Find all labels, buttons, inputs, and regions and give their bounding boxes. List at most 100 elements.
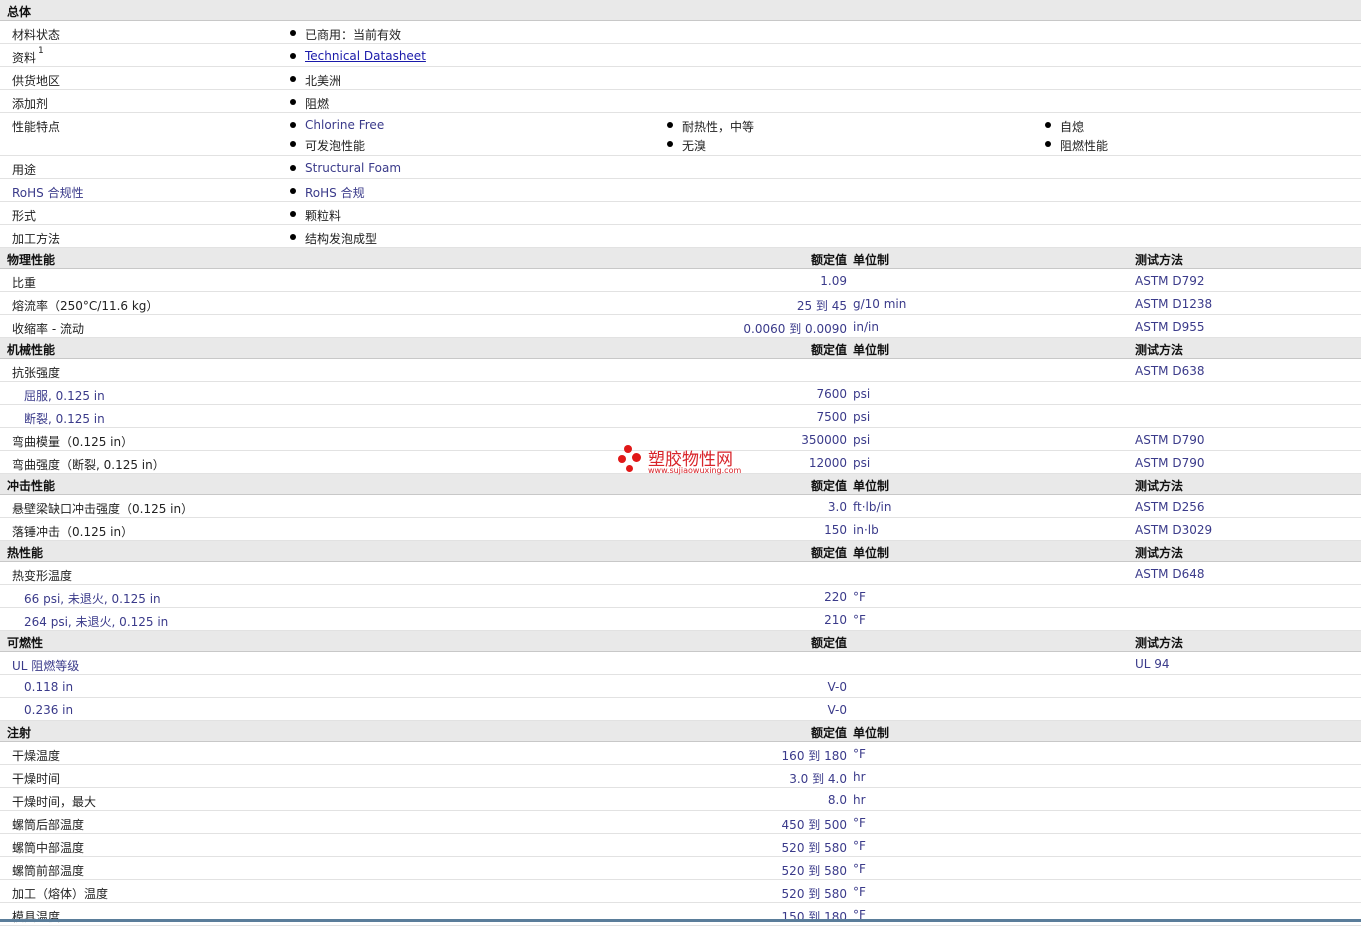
- property-label: 0.236 in: [24, 703, 74, 717]
- property-row: 断裂, 0.125 in 7500 psi: [0, 405, 1361, 428]
- property-unit: °F: [853, 747, 866, 761]
- section-header-thermal: 热性能 额定值 单位制 测试方法: [0, 541, 1361, 562]
- datasheet-bullet: Technical Datasheet: [290, 49, 426, 63]
- property-unit: ft·lb/in: [853, 500, 892, 514]
- property-value: 0.0060 到 0.0090: [743, 322, 847, 336]
- property-unit: °F: [853, 839, 866, 853]
- property-label: 264 psi, 未退火, 0.125 in: [24, 615, 169, 629]
- row-value: 阻燃: [290, 95, 329, 112]
- property-value: 520 到 580: [781, 841, 847, 855]
- property-label: 66 psi, 未退火, 0.125 in: [24, 592, 161, 606]
- property-test-method: ASTM D638: [1135, 364, 1205, 378]
- row-value: RoHS 合规: [290, 184, 365, 201]
- column-header-value: 额定值: [810, 636, 847, 650]
- row-label: 供货地区: [12, 74, 61, 88]
- property-row: 悬壁梁缺口冲击强度（0.125 in） 3.0 ft·lb/in ASTM D256: [0, 495, 1361, 518]
- column-header-value: 额定值: [810, 726, 847, 740]
- section-header-physical: 物理性能 额定值 单位制 测试方法: [0, 248, 1361, 269]
- property-label: 螺筒中部温度: [12, 841, 85, 855]
- row-value: Structural Foam: [290, 161, 401, 175]
- row-value: 结构发泡成型: [290, 230, 377, 247]
- property-row: 干燥时间 3.0 到 4.0 hr: [0, 765, 1361, 788]
- property-value: 520 到 580: [781, 887, 847, 901]
- row-label: 添加剂: [12, 97, 49, 111]
- property-value: V-0: [827, 680, 847, 694]
- property-value: 7600: [816, 387, 847, 401]
- general-row-form: 形式 颗粒料: [0, 202, 1361, 225]
- property-value: 350000: [801, 433, 847, 447]
- row-value: 已商用：当前有效: [290, 26, 401, 43]
- property-label: 干燥时间，最大: [12, 795, 97, 809]
- property-unit: psi: [853, 410, 871, 424]
- property-value: 220: [824, 590, 847, 604]
- property-label: 收缩率 - 流动: [12, 322, 84, 336]
- section-title: 热性能: [7, 546, 44, 560]
- property-unit: g/10 min: [853, 297, 907, 311]
- property-row: 264 psi, 未退火, 0.125 in 210 °F: [0, 608, 1361, 631]
- column-header-unit: 单位制: [853, 479, 890, 493]
- column-header-value: 额定值: [810, 479, 847, 493]
- property-value: 12000: [808, 456, 847, 470]
- row-label: 用途: [12, 163, 37, 177]
- property-test-method: ASTM D256: [1135, 500, 1205, 514]
- column-header-test: 测试方法: [1135, 636, 1184, 650]
- general-row-process: 加工方法 结构发泡成型: [0, 225, 1361, 248]
- general-row-docs: 资料 1 Technical Datasheet: [0, 44, 1361, 67]
- property-row: 螺筒后部温度 450 到 500 °F: [0, 811, 1361, 834]
- property-unit: °F: [853, 885, 866, 899]
- column-header-unit: 单位制: [853, 726, 890, 740]
- technical-datasheet-link[interactable]: Technical Datasheet: [305, 49, 426, 63]
- property-row: 熔流率（250°C/11.6 kg） 25 到 45 g/10 min ASTM D1…: [0, 292, 1361, 315]
- property-unit: in·lb: [853, 523, 879, 537]
- property-label: 0.118 in: [24, 680, 74, 694]
- property-unit: psi: [853, 433, 871, 447]
- general-row-use: 用途 Structural Foam: [0, 156, 1361, 179]
- property-test-method: ASTM D648: [1135, 567, 1205, 581]
- column-header-unit: 单位制: [853, 343, 890, 357]
- row-label: 材料状态: [12, 28, 61, 42]
- column-header-test: 测试方法: [1135, 343, 1184, 357]
- property-row: 螺筒前部温度 520 到 580 °F: [0, 857, 1361, 880]
- property-row: 0.236 in V-0: [0, 698, 1361, 721]
- feature-item: 无溴: [667, 137, 706, 154]
- property-row: 热变形温度 ASTM D648: [0, 562, 1361, 585]
- property-label: 断裂, 0.125 in: [24, 412, 105, 426]
- column-header-value: 额定值: [810, 343, 847, 357]
- feature-item: 自熄: [1045, 118, 1084, 135]
- property-value: 520 到 580: [781, 864, 847, 878]
- general-row-features: 性能特点 Chlorine Free 耐热性，中等 自熄 可发泡性能 无溴 阻燃…: [0, 113, 1361, 156]
- property-label: 落锤冲击（0.125 in）: [12, 525, 134, 539]
- property-value: 1.09: [820, 274, 847, 288]
- section-title: 注射: [7, 726, 32, 740]
- property-test-method: ASTM D792: [1135, 274, 1205, 288]
- column-header-value: 额定值: [810, 253, 847, 267]
- column-header-unit: 单位制: [853, 253, 890, 267]
- property-label: 热变形温度: [12, 569, 73, 583]
- property-value: 450 到 500: [781, 818, 847, 832]
- section-header-general: 总体: [0, 0, 1361, 21]
- property-label: 屈服, 0.125 in: [24, 389, 105, 403]
- property-test-method: ASTM D3029: [1135, 523, 1213, 537]
- property-value: 3.0: [827, 500, 847, 514]
- footnote-marker: 1: [38, 46, 44, 56]
- property-row: 干燥温度 160 到 180 °F: [0, 742, 1361, 765]
- property-value: 210: [824, 613, 847, 627]
- property-unit: °F: [853, 613, 866, 627]
- property-row: 屈服, 0.125 in 7600 psi: [0, 382, 1361, 405]
- property-sections: 物理性能 额定值 单位制 测试方法 比重 1.09 ASTM D792 熔流率（250°C/1…: [0, 248, 1361, 926]
- row-value: 颗粒料: [290, 207, 341, 224]
- property-value: V-0: [827, 703, 847, 717]
- property-row: 模具温度 150 到 180 °F: [0, 903, 1361, 926]
- section-title: 物理性能: [7, 253, 56, 267]
- section-title: 冲击性能: [7, 479, 56, 493]
- column-header-test: 测试方法: [1135, 546, 1184, 560]
- property-row: 0.118 in V-0: [0, 675, 1361, 698]
- property-label: 抗张强度: [12, 366, 61, 380]
- property-label: 加工（熔体）温度: [12, 887, 109, 901]
- column-header-test: 测试方法: [1135, 253, 1184, 267]
- property-value: 25 到 45: [796, 299, 847, 313]
- watermark-url: www.sujiaowuxing.com: [648, 466, 742, 475]
- watermark-logo: 塑胶物性网 www.sujiaowuxing.com: [618, 443, 758, 479]
- property-label: UL 阻燃等级: [12, 659, 80, 673]
- property-test-method: ASTM D790: [1135, 433, 1205, 447]
